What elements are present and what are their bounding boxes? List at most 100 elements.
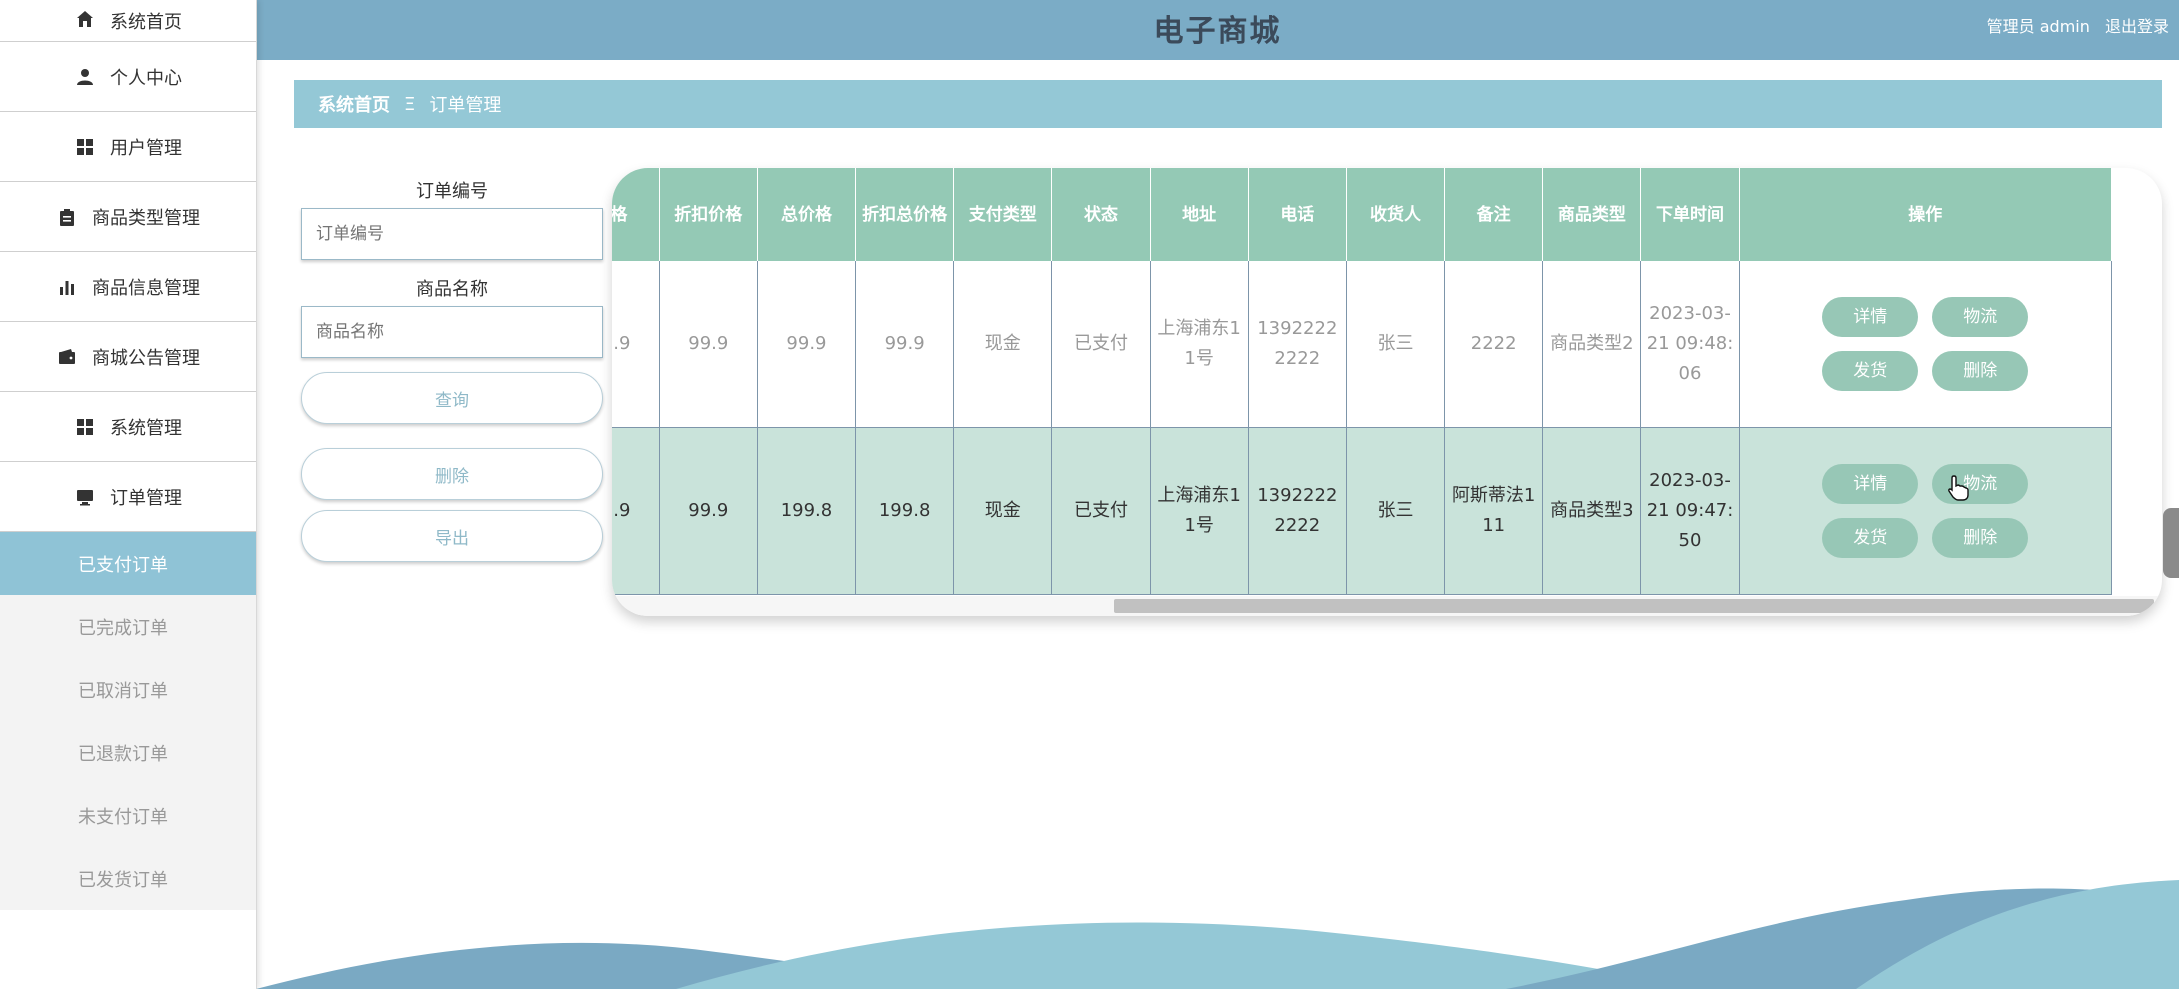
orders-table: 价格 折扣价格 总价格 折扣总价格 支付类型 状态 地址 电话 收货人 备注 商… [612,168,2113,595]
col-header-payment-type[interactable]: 支付类型 [953,168,1053,261]
cell-discount-total: 99.9 [855,261,955,428]
detail-button[interactable]: 详情 [1822,297,1919,337]
cell-order-time: 2023-03-21 09:47:50 [1640,427,1740,595]
col-header-product-type[interactable]: 商品类型 [1542,168,1642,261]
cell-payment-type: 现金 [953,261,1053,428]
submenu-completed-orders[interactable]: 已完成订单 [0,595,256,658]
cell-status: 已支付 [1051,261,1151,428]
row-delete-button[interactable]: 删除 [1932,351,2029,391]
header-user-area: 管理员 admin 退出登录 [1977,13,2169,37]
cell-receiver: 张三 [1346,427,1446,595]
table-horizontal-scrollbar[interactable] [612,596,2162,616]
cell-address: 上海浦东11号 [1150,261,1249,428]
sidebar-item-label: 商品信息管理 [92,277,200,299]
col-header-discount-total[interactable]: 折扣总价格 [855,168,955,261]
sidebar-item-label: 商城公告管理 [92,347,200,369]
logout-link[interactable]: 退出登录 [2105,17,2169,36]
sidebar-item-orders[interactable]: 订单管理 [0,462,256,532]
submenu-cancelled-orders[interactable]: 已取消订单 [0,658,256,721]
submenu-unpaid-orders[interactable]: 未支付订单 [0,784,256,847]
ship-button[interactable]: 发货 [1822,351,1919,391]
sidebar-item-announcements[interactable]: 商城公告管理 [0,322,256,392]
product-name-label: 商品名称 [416,279,488,300]
sidebar-item-home[interactable]: 系统首页 [0,0,256,42]
sidebar-item-label: 用户管理 [110,137,182,159]
submenu-paid-orders[interactable]: 已支付订单 [0,532,256,595]
col-header-receiver[interactable]: 收货人 [1346,168,1446,261]
col-header-address[interactable]: 地址 [1150,168,1249,261]
cell-discount-total: 199.8 [855,427,955,595]
decorative-waves [256,880,2179,989]
cell-address: 上海浦东11号 [1150,427,1249,595]
sidebar-item-system[interactable]: 系统管理 [0,392,256,462]
grid-icon [74,136,96,158]
breadcrumb-separator: Ξ [404,93,416,115]
hand-cursor-icon [1947,474,1969,506]
sidebar-item-label: 系统首页 [110,12,182,33]
top-header: 电子商城 管理员 admin 退出登录 [256,0,2179,60]
sidebar-item-label: 订单管理 [110,487,182,509]
table-row[interactable]: 99.9 99.9 199.8 199.8 现金 已支付 上海浦东11号 139… [612,427,2113,595]
admin-user-label: 管理员 admin [1986,17,2090,36]
breadcrumb: 系统首页 Ξ 订单管理 [294,80,2162,128]
search-panel: 订单编号 商品名称 查询 删除 导出 [301,176,603,562]
ship-button[interactable]: 发货 [1822,518,1919,558]
col-header-status[interactable]: 状态 [1051,168,1151,261]
cell-total-price: 199.8 [757,427,857,595]
cell-order-time: 2023-03-21 09:48:06 [1640,261,1740,428]
home-icon [74,8,96,30]
col-header-price[interactable]: 价格 [612,168,660,261]
cell-price: 99.9 [612,427,660,595]
orders-table-card: 价格 折扣价格 总价格 折扣总价格 支付类型 状态 地址 电话 收货人 备注 商… [612,168,2162,616]
col-header-discount-price[interactable]: 折扣价格 [659,168,758,261]
sidebar-item-product-types[interactable]: 商品类型管理 [0,182,256,252]
orders-submenu: 已支付订单 已完成订单 已取消订单 已退款订单 未支付订单 已发货订单 [0,532,256,910]
table-row[interactable]: 99.9 99.9 99.9 99.9 现金 已支付 上海浦东11号 13922… [612,261,2113,428]
cell-remark: 阿斯蒂法111 [1444,427,1544,595]
delete-button[interactable]: 删除 [301,448,603,500]
monitor-icon [74,486,96,508]
sidebar-item-profile[interactable]: 个人中心 [0,42,256,112]
col-header-remark[interactable]: 备注 [1444,168,1544,261]
sidebar-item-label: 个人中心 [110,67,182,89]
cell-product-type: 商品类型3 [1542,427,1642,595]
logistics-button[interactable]: 物流 [1932,297,2029,337]
cell-payment-type: 现金 [953,427,1053,595]
cell-phone: 13922222222 [1248,261,1347,428]
cell-remark: 2222 [1444,261,1544,428]
cell-product-type: 商品类型2 [1542,261,1642,428]
grid-icon [74,416,96,438]
user-icon [74,66,96,88]
col-header-total-price[interactable]: 总价格 [757,168,857,261]
product-name-input[interactable] [301,306,603,358]
sidebar-item-label: 商品类型管理 [92,207,200,229]
col-header-actions: 操作 [1739,168,2113,261]
detail-button[interactable]: 详情 [1822,464,1919,504]
query-button[interactable]: 查询 [301,372,603,424]
order-no-input[interactable] [301,208,603,260]
export-button[interactable]: 导出 [301,510,603,562]
cell-discount-price: 99.9 [659,261,758,428]
scrollbar-thumb[interactable] [1114,599,2154,613]
sidebar-item-users[interactable]: 用户管理 [0,112,256,182]
sidebar-item-label: 系统管理 [110,417,182,439]
bar-chart-icon [56,276,78,298]
cell-actions: 详情 物流 发货 删除 [1739,261,2113,428]
site-title: 电子商城 [1153,14,1282,49]
col-header-phone[interactable]: 电话 [1248,168,1347,261]
side-drawer-handle[interactable] [2163,508,2179,578]
sidebar: 系统首页 个人中心 用户管理 商品类型管理 商品信息管理 商城公告管理 系统管理… [0,0,257,989]
cell-status: 已支付 [1051,427,1151,595]
cell-phone: 13922222222 [1248,427,1347,595]
breadcrumb-home[interactable]: 系统首页 [318,91,390,117]
clipboard-icon [56,206,78,228]
col-header-order-time[interactable]: 下单时间 [1640,168,1740,261]
row-delete-button[interactable]: 删除 [1932,518,2029,558]
cell-price: 99.9 [612,261,660,428]
cell-actions: 详情 物流 发货 删除 [1739,427,2113,595]
sidebar-item-product-info[interactable]: 商品信息管理 [0,252,256,322]
table-header-row: 价格 折扣价格 总价格 折扣总价格 支付类型 状态 地址 电话 收货人 备注 商… [612,168,2113,261]
submenu-shipped-orders[interactable]: 已发货订单 [0,847,256,910]
cell-receiver: 张三 [1346,261,1446,428]
submenu-refunded-orders[interactable]: 已退款订单 [0,721,256,784]
